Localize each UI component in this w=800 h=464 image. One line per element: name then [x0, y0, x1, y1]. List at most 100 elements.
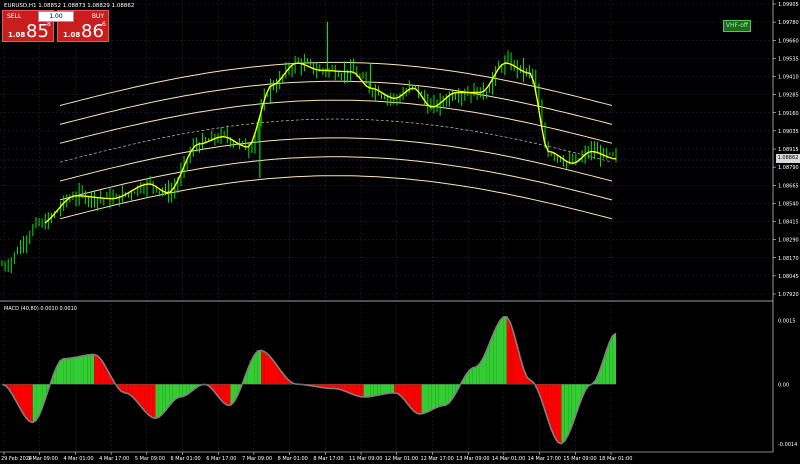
time-tick-label: 1 Mar 09:00	[28, 456, 58, 462]
macd-bar-up	[254, 351, 258, 385]
price-tick-label: 1.09535	[778, 56, 799, 62]
macd-bar-up	[564, 384, 569, 441]
macd-bar-down	[25, 384, 30, 422]
macd-bar-up	[32, 384, 37, 423]
time-tick-label: 11 Mar 09:00	[349, 456, 382, 462]
sell-price-main: 85	[26, 21, 49, 42]
macd-bar-up	[380, 384, 384, 395]
macd-bar-up	[496, 320, 500, 385]
time-tick-label: 15 Mar 09:00	[563, 456, 596, 462]
current-price-tag: 1.08862	[776, 154, 800, 163]
macd-bar-up	[158, 384, 163, 418]
chart-canvas[interactable]: 1.09905 1.09780 1.09660 1.09535 1.09410 1.092…	[0, 0, 800, 464]
macd-bar-down	[94, 354, 98, 385]
macd-tick-label: -0.0014	[778, 442, 797, 448]
macd-bar-up	[66, 358, 71, 385]
macd-bar-up	[155, 384, 159, 419]
macd-tick-label: 0.00	[778, 382, 789, 388]
macd-bar-down	[414, 384, 419, 414]
macd-tick-label: 0.0015	[778, 319, 796, 325]
time-tick-label: 8 Mar 17:00	[313, 456, 343, 462]
macd-bar-down	[261, 350, 265, 385]
macd-bar-up	[390, 384, 395, 393]
price-tick-label: 1.07920	[778, 292, 799, 298]
price-tick-label: 1.08170	[778, 256, 799, 262]
macd-bar-down	[29, 384, 33, 423]
macd-bar-up	[435, 384, 439, 408]
macd-bar-up	[500, 316, 504, 385]
one-click-trade-panel: SELL 1.08 85 8 1.00 BUY 1.08 86 6	[2, 10, 110, 42]
macd-bar-down	[145, 384, 149, 415]
time-tick-label: 5 Mar 09:00	[135, 456, 165, 462]
time-tick-label: 12 Mar 17:00	[420, 456, 453, 462]
macd-bar-down	[227, 384, 231, 406]
macd-bar-down	[152, 384, 156, 419]
price-tick-label: 1.09905	[778, 2, 799, 8]
macd-bar-up	[367, 384, 371, 397]
buy-price-main: 86	[81, 21, 104, 42]
macd-bar-up	[63, 358, 67, 385]
macd-bar-up	[363, 384, 367, 397]
price-tick-label: 1.09160	[778, 111, 799, 117]
time-tick-label: 13 Mar 09:00	[456, 456, 489, 462]
macd-bar-up	[70, 357, 74, 385]
vhf-toggle-button[interactable]: VHF-off	[723, 20, 751, 32]
price-tick-label: 1.09410	[778, 75, 799, 81]
macd-bar-up	[60, 358, 64, 385]
macd-bar-up	[73, 357, 77, 385]
price-tick-label: 1.09780	[778, 20, 799, 26]
time-tick-label: 14 Mar 01:00	[492, 456, 525, 462]
macd-bar-up	[387, 384, 391, 394]
price-tick-label: 1.08415	[778, 220, 799, 226]
sell-price-pip: 8	[47, 21, 51, 28]
price-tick-label: 1.08045	[778, 274, 799, 280]
macd-bar-up	[83, 355, 88, 385]
macd-bar-up	[493, 326, 497, 385]
macd-bar-up	[87, 354, 91, 385]
time-tick-label: 12 Mar 01:00	[385, 456, 418, 462]
price-tick-label: 1.09660	[778, 38, 799, 44]
price-tick-label: 1.09035	[778, 129, 799, 135]
symbol-header: EURUSD,H1 1.08852 1.08873 1.08829 1.0886…	[4, 3, 134, 9]
price-tick-label: 1.08915	[778, 147, 799, 153]
macd-bar-down	[97, 355, 101, 385]
macd-title: MACD (40,80) 0.0010 0.0010	[4, 306, 77, 312]
lot-size-input[interactable]: 1.00	[38, 11, 74, 22]
price-tick-label: 1.09285	[778, 93, 799, 99]
macd-bar-up	[428, 384, 432, 412]
sell-label: SELL	[7, 13, 22, 20]
time-tick-label: 8 Mar 01:00	[278, 456, 308, 462]
macd-bar-up	[561, 384, 565, 444]
sell-price-prefix: 1.08	[8, 31, 26, 39]
macd-bar-up	[370, 384, 374, 397]
macd-bar-up	[373, 384, 378, 396]
price-tick-label: 1.08540	[778, 201, 799, 207]
macd-bar-up	[612, 333, 616, 385]
macd-bar-up	[442, 384, 446, 406]
macd-bar-down	[554, 384, 558, 443]
macd-bar-down	[418, 384, 422, 414]
macd-bar-up	[257, 350, 262, 385]
macd-bar-up	[80, 355, 84, 385]
macd-bar-up	[445, 384, 449, 406]
time-tick-label: 6 Mar 01:00	[171, 456, 201, 462]
buy-price-pip: 6	[102, 21, 106, 28]
macd-bar-down	[506, 316, 511, 385]
macd-bar-down	[411, 384, 415, 412]
macd-bar-up	[90, 354, 95, 385]
macd-bar-up	[179, 384, 183, 397]
macd-bar-down	[223, 384, 228, 406]
macd-bar-down	[148, 384, 153, 418]
macd-bar-up	[438, 384, 442, 407]
buy-label: BUY	[91, 13, 104, 20]
price-tick-label: 1.08790	[778, 165, 799, 171]
price-tick-label: 1.08290	[778, 238, 799, 244]
time-tick-label: 4 Mar 17:00	[99, 456, 129, 462]
price-tick-label: 1.08665	[778, 183, 799, 189]
macd-bar-up	[384, 384, 388, 394]
macd-bar-up	[425, 384, 429, 413]
macd-bar-up	[431, 384, 436, 410]
macd-bar-up	[472, 367, 477, 385]
macd-bar-down	[268, 354, 272, 385]
macd-bar-down	[264, 351, 269, 385]
